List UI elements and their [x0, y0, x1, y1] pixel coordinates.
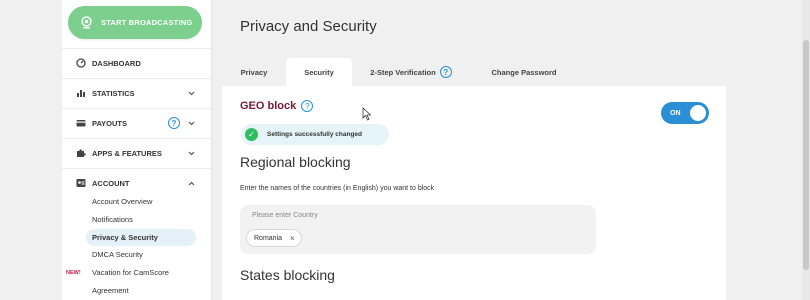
- success-notice: ✓ Settings successfully changed: [241, 124, 389, 145]
- sidebar-item-vacation[interactable]: NEW! Vacation for CamScore: [66, 264, 196, 281]
- chevron-down-icon[interactable]: [188, 90, 195, 97]
- sidebar-item-notifications[interactable]: Notifications: [86, 211, 196, 228]
- chevron-down-icon[interactable]: [188, 150, 195, 157]
- tab-change-password[interactable]: Change Password: [476, 58, 572, 86]
- bar-chart-icon: [76, 88, 86, 98]
- geo-block-toggle[interactable]: ON: [661, 102, 709, 124]
- nav-payouts[interactable]: PAYOUTS ?: [62, 108, 211, 137]
- payouts-help-icon[interactable]: ?: [168, 117, 180, 129]
- states-blocking-heading: States blocking: [240, 267, 335, 283]
- nav-apps-label: APPS & FEATURES: [92, 148, 162, 158]
- sidebar-item-account-overview[interactable]: Account Overview: [86, 193, 196, 210]
- webcam-icon: [80, 16, 93, 29]
- nav-statistics-label: STATISTICS: [92, 88, 135, 98]
- dashboard-gauge-icon: [76, 58, 86, 68]
- help-icon[interactable]: ?: [439, 66, 452, 78]
- account-card-icon: [76, 178, 86, 188]
- check-icon: ✓: [245, 128, 258, 141]
- start-broadcasting-label: START BROADCASTING: [101, 18, 193, 27]
- sidebar: START BROADCASTING DASHBOARD STATISTICS …: [62, 0, 212, 300]
- remove-chip-icon[interactable]: ×: [290, 234, 295, 243]
- nav-payouts-label: PAYOUTS: [92, 118, 128, 128]
- tab-label: Privacy: [240, 67, 268, 77]
- scrollbar-thumb[interactable]: [803, 40, 809, 270]
- nav-account-label: ACCOUNT: [92, 178, 130, 188]
- start-broadcasting-button[interactable]: START BROADCASTING: [68, 6, 202, 39]
- country-chip: Romania ×: [246, 229, 302, 247]
- country-input[interactable]: Please enter Country Romania ×: [240, 205, 596, 254]
- puzzle-icon: [76, 148, 86, 158]
- tab-security[interactable]: Security: [286, 58, 352, 86]
- nav-dashboard-label: DASHBOARD: [92, 58, 141, 68]
- chevron-down-icon[interactable]: [188, 120, 195, 127]
- tab-label: Security: [304, 67, 334, 77]
- tab-privacy[interactable]: Privacy: [222, 58, 286, 86]
- tab-label: 2-Step Verification: [370, 67, 436, 77]
- regional-helper-text: Enter the names of the countries (in Eng…: [240, 185, 435, 192]
- mouse-cursor-icon: [362, 107, 372, 121]
- chip-label: Romania: [254, 234, 283, 242]
- nav-statistics[interactable]: STATISTICS: [62, 78, 211, 107]
- sub-item-label: Notifications: [92, 215, 133, 224]
- country-placeholder: Please enter Country: [252, 212, 318, 219]
- success-message: Settings successfully changed: [267, 131, 363, 138]
- new-badge: NEW!: [66, 269, 81, 276]
- nav-apps-features[interactable]: APPS & FEATURES: [62, 138, 211, 167]
- regional-blocking-heading: Regional blocking: [240, 154, 351, 170]
- sub-item-label: Agreement: [92, 286, 129, 295]
- chevron-up-icon[interactable]: [188, 180, 195, 187]
- sidebar-item-dmca-security[interactable]: DMCA Security: [86, 246, 196, 263]
- sidebar-item-privacy-security[interactable]: Privacy & Security: [86, 229, 196, 246]
- tab-label: Change Password: [491, 67, 557, 77]
- sub-item-label: Account Overview: [92, 197, 153, 206]
- sub-item-label: Vacation for CamScore: [92, 268, 169, 277]
- page-title: Privacy and Security: [240, 18, 377, 35]
- sub-item-label: DMCA Security: [92, 250, 143, 259]
- sidebar-item-agreement[interactable]: Agreement: [86, 282, 196, 299]
- toggle-knob: [690, 105, 706, 121]
- geo-block-heading: GEO block ?: [240, 100, 314, 112]
- wallet-icon: [76, 118, 86, 128]
- help-icon[interactable]: ?: [301, 100, 314, 112]
- nav-dashboard[interactable]: DASHBOARD: [62, 48, 211, 77]
- toggle-label: ON: [670, 109, 681, 117]
- tab-2-step-verification[interactable]: 2-Step Verification ?: [358, 58, 464, 86]
- sub-item-label: Privacy & Security: [92, 233, 158, 242]
- scrollbar[interactable]: [802, 0, 810, 300]
- geo-block-title: GEO block: [240, 100, 297, 112]
